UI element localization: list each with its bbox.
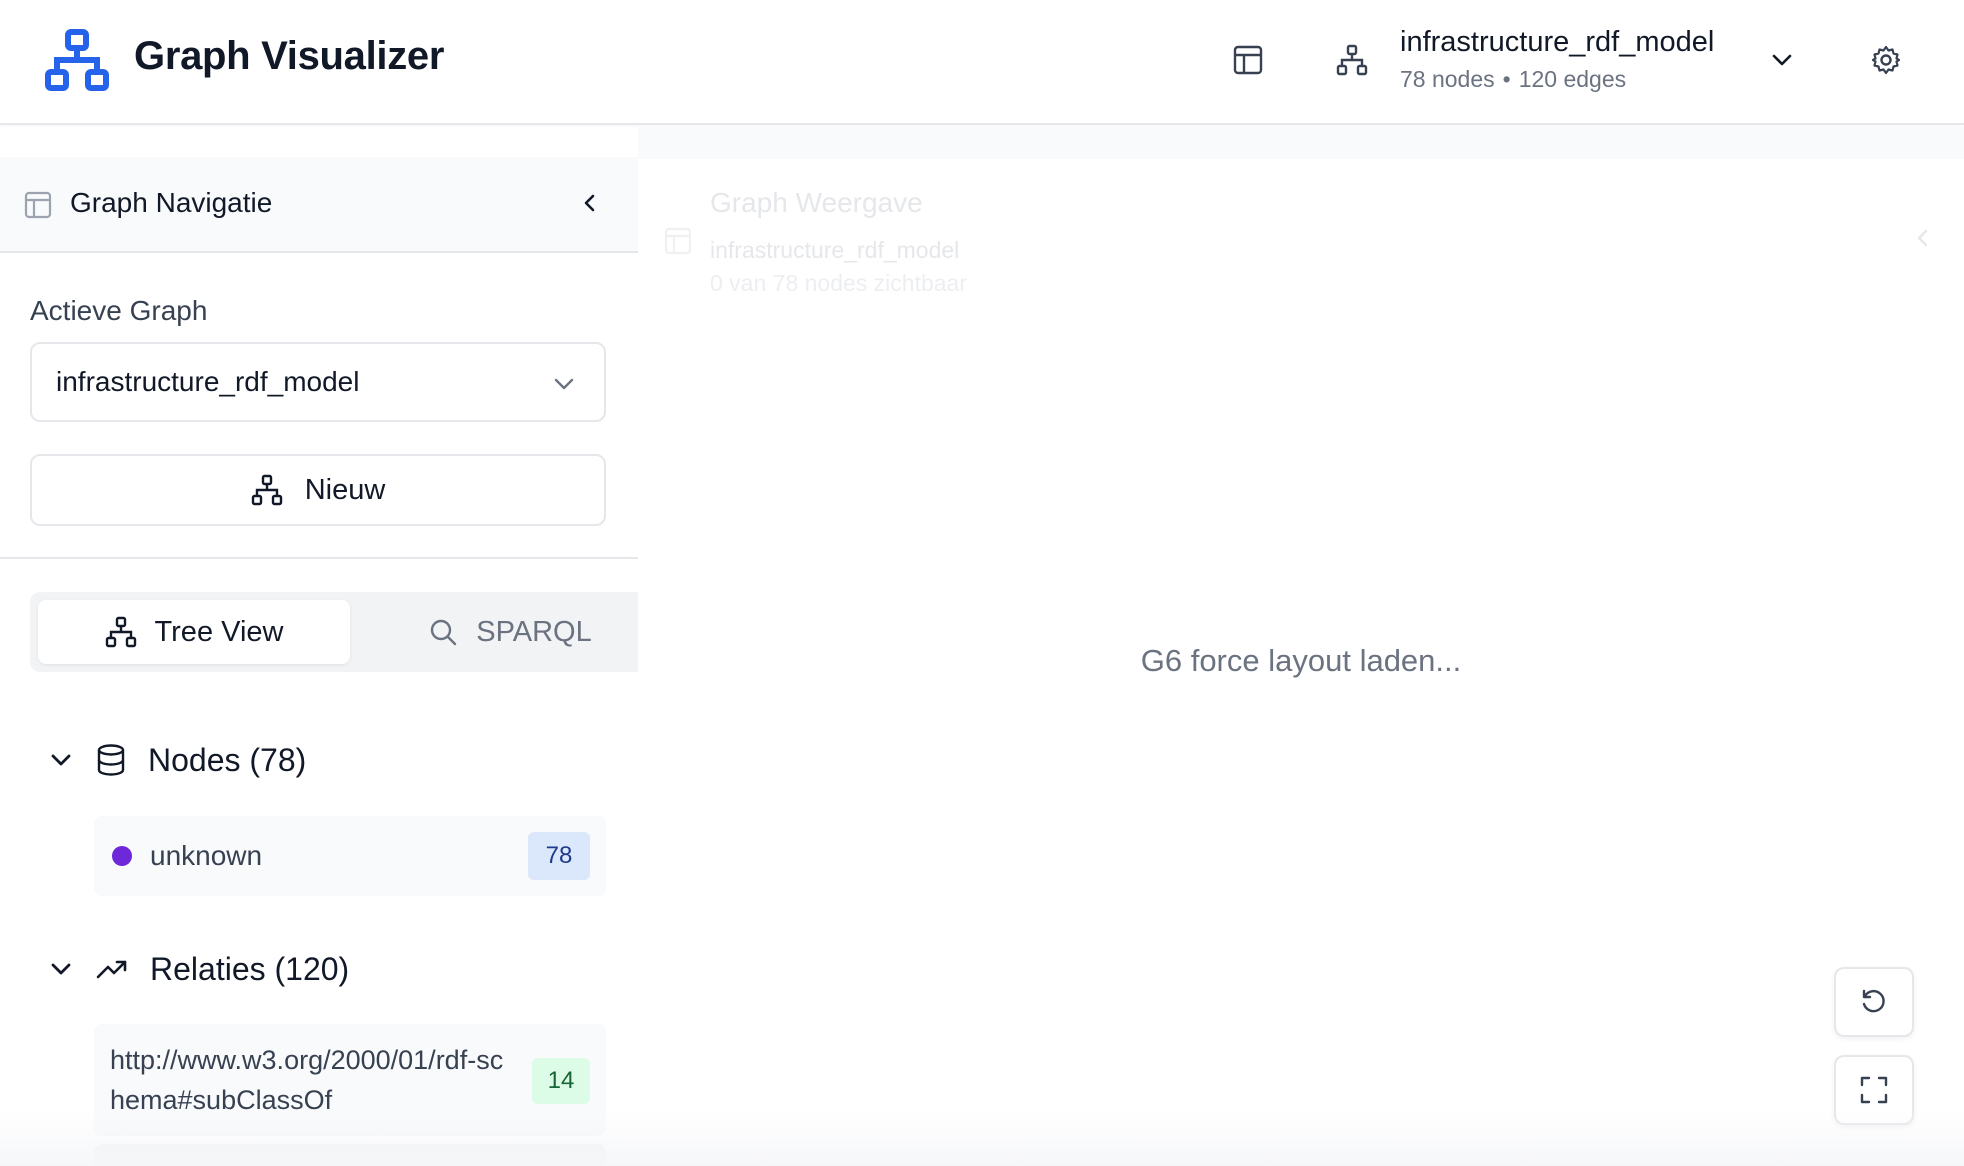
- relations-section-toggle[interactable]: Relaties (120): [46, 944, 349, 994]
- sidebar-divider: [0, 557, 638, 559]
- reset-layout-button[interactable]: [1834, 967, 1914, 1037]
- database-icon: [97, 744, 125, 776]
- view-tabs: Tree View SPARQL: [30, 592, 638, 672]
- active-graph-label: Actieve Graph: [30, 295, 208, 326]
- sitemap-icon: [251, 474, 282, 506]
- tab-tree-view-label: Tree View: [154, 615, 284, 648]
- node-type-item[interactable]: unknown 78: [94, 816, 606, 896]
- chevron-down-icon: [554, 378, 574, 390]
- tab-sparql[interactable]: SPARQL: [390, 600, 630, 664]
- chevron-down-icon: [51, 963, 71, 975]
- node-type-label: unknown: [150, 840, 263, 871]
- relation-type-label: http://www.w3.org/2000/01/rdf-schema#sub…: [110, 1045, 504, 1115]
- ghost-graph-name: infrastructure_rdf_model: [710, 237, 960, 263]
- sitemap-icon: [1336, 44, 1368, 76]
- loading-message: G6 force layout laden...: [1140, 643, 1462, 678]
- trending-up-icon: [96, 960, 127, 979]
- edge-count: 120 edges: [1518, 66, 1627, 92]
- fullscreen-icon: [1860, 1076, 1888, 1104]
- relation-type-item[interactable]: http://www.w3.org/2000/01/rdf-schema#sub…: [94, 1024, 606, 1136]
- sidebar: Graph Navigatie Actieve Graph infrastruc…: [0, 127, 638, 1166]
- header-graph-stats: 78 nodes • 120 edges: [1400, 66, 1626, 93]
- rotate-ccw-icon: [1862, 989, 1885, 1013]
- relations-section-title: Relaties (120): [150, 950, 350, 987]
- node-count-badge: 78: [528, 832, 590, 880]
- relation-type-item-partial[interactable]: [94, 1144, 606, 1166]
- nodes-section-title: Nodes (78): [148, 741, 307, 778]
- new-graph-label: Nieuw: [304, 473, 386, 506]
- ghost-panel-title: Graph Weergave: [710, 187, 923, 218]
- chevron-down-icon: [1772, 54, 1792, 66]
- canvas-top-band: [638, 157, 1964, 159]
- sidebar-header: Graph Navigatie: [0, 157, 638, 253]
- sitemap-icon: [105, 616, 136, 648]
- tab-sparql-label: SPARQL: [476, 615, 592, 648]
- nodes-section-toggle[interactable]: Nodes (78): [46, 735, 306, 785]
- settings-gear-icon: [1871, 45, 1901, 75]
- stats-separator: •: [1502, 66, 1511, 92]
- active-graph-value: infrastructure_rdf_model: [56, 366, 360, 397]
- fullscreen-button[interactable]: [1834, 1055, 1914, 1125]
- ghost-visible-count: 0 van 78 nodes zichtbaar: [710, 270, 968, 296]
- ghost-panel-icon: [664, 227, 692, 255]
- active-graph-select[interactable]: infrastructure_rdf_model: [30, 342, 606, 422]
- app-title: Graph Visualizer: [134, 34, 445, 78]
- layout-icon: [1233, 45, 1263, 75]
- node-color-dot: [112, 846, 132, 866]
- graph-logo-icon: [45, 29, 109, 91]
- layout-toggle-button[interactable]: [1220, 32, 1276, 88]
- panel-layout-icon: [24, 191, 52, 219]
- node-count: 78 nodes: [1400, 66, 1495, 92]
- header-graph-name[interactable]: infrastructure_rdf_model: [1400, 26, 1714, 59]
- graph-canvas-area[interactable]: Graph Weergave infrastructure_rdf_model …: [638, 127, 1964, 1166]
- canvas-top-strip: [638, 127, 1964, 157]
- chevron-down-icon: [51, 754, 71, 766]
- relation-count-badge: 14: [532, 1058, 590, 1104]
- search-icon: [431, 619, 457, 646]
- graph-switcher-icon-button[interactable]: [1324, 32, 1380, 88]
- tab-tree-view[interactable]: Tree View: [38, 600, 350, 664]
- graph-dropdown-button[interactable]: [1754, 32, 1810, 88]
- chevron-left-icon: [584, 194, 595, 212]
- top-header: Graph Visualizer infrastructure_rdf_mode…: [0, 0, 1964, 125]
- settings-button[interactable]: [1858, 32, 1914, 88]
- new-graph-button[interactable]: Nieuw: [30, 454, 606, 526]
- ghost-chevron-left-icon: [1917, 229, 1928, 247]
- collapse-sidebar-button[interactable]: [572, 185, 608, 221]
- sidebar-title: Graph Navigatie: [70, 187, 273, 218]
